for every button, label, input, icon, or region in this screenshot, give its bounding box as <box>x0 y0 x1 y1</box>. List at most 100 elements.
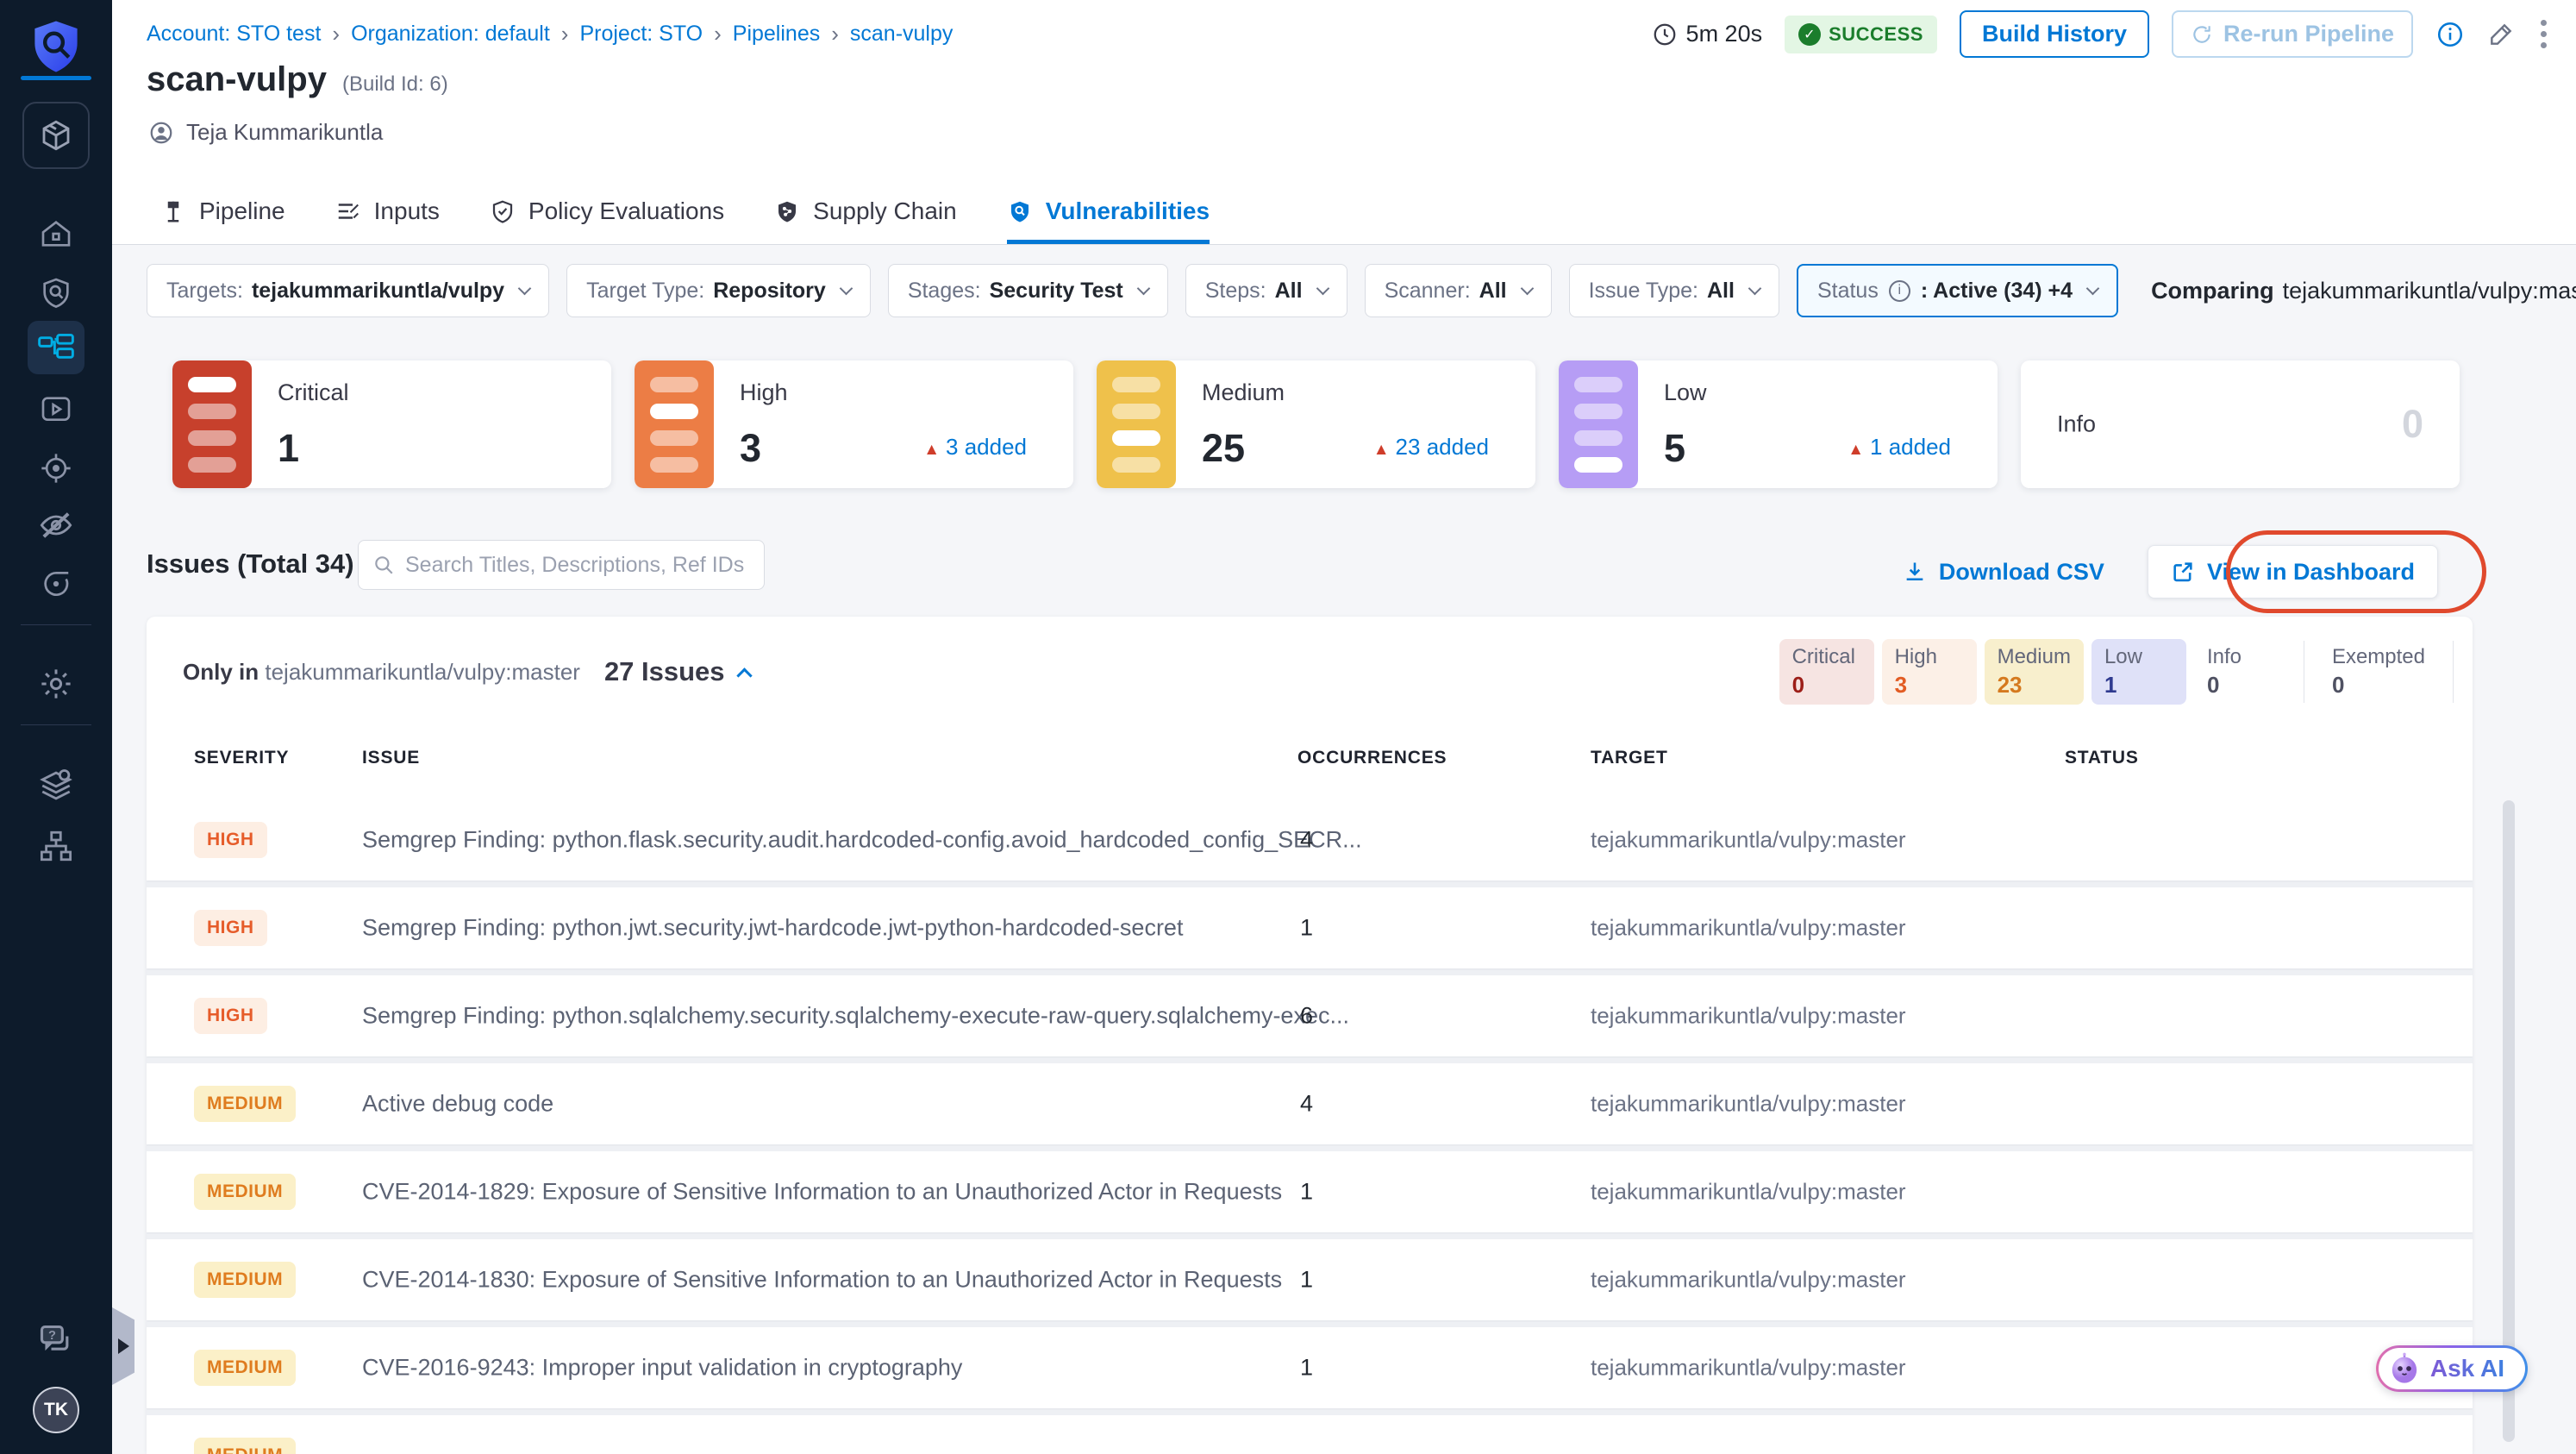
pipeline-name: scan-vulpy <box>147 60 327 98</box>
expand-arrow-icon <box>117 1338 129 1354</box>
table-column-headers: SEVERITY ISSUE OCCURRENCES TARGET STATUS <box>147 748 2473 782</box>
chip-label: Low <box>2104 645 2142 668</box>
group-collapse-toggle[interactable]: 27 Issues <box>604 656 753 687</box>
filter-stages[interactable]: Stages: Security Test <box>887 264 1168 317</box>
tab-vulnerabilities[interactable]: Vulnerabilities <box>1006 182 1210 244</box>
issue-table-row[interactable]: MEDIUM CVE-2014-1829: Exposure of Sensiti… <box>147 1151 2473 1232</box>
chip-high[interactable]: High 3 <box>1881 639 1977 705</box>
module-selector-cube-icon[interactable] <box>22 102 90 169</box>
breadcrumb-link[interactable]: Pipelines <box>733 22 820 47</box>
issue-table-row[interactable]: HIGH Semgrep Finding: python.jwt.security… <box>147 887 2473 968</box>
card-label: Critical <box>278 379 349 405</box>
nav-pipelines-icon[interactable] <box>28 321 84 374</box>
issue-title: CVE-2016-9243: Improper input validation… <box>362 1354 963 1381</box>
nav-targets-crosshair-icon[interactable] <box>28 442 84 495</box>
build-history-button[interactable]: Build History <box>1959 10 2149 58</box>
severity-card-medium[interactable]: Medium 25 ▲ 23 added <box>1097 360 1535 488</box>
breadcrumb-link[interactable]: Project: STO <box>579 22 703 47</box>
severity-band <box>1097 360 1176 488</box>
download-csv-button[interactable]: Download CSV <box>1903 559 2104 586</box>
tab-policy-evaluations[interactable]: Policy Evaluations <box>490 182 724 244</box>
issue-table-row[interactable]: MEDIUM <box>147 1415 2473 1454</box>
check-circle-icon: ✓ <box>1798 22 1822 46</box>
issue-table-row[interactable]: HIGH Semgrep Finding: python.flask.securi… <box>147 799 2473 881</box>
filter-label: Targets: <box>166 278 243 303</box>
issues-search-box <box>358 540 765 590</box>
card-label: Low <box>1664 379 1707 405</box>
search-input[interactable] <box>405 552 750 578</box>
card-label: Medium <box>1202 379 1285 405</box>
tab-supply-chain[interactable]: Supply Chain <box>774 182 957 244</box>
filter-issue-type[interactable]: Issue Type: All <box>1568 264 1779 317</box>
issue-table-row[interactable]: MEDIUM Active debug code 4 tejakummarikuntl… <box>147 1063 2473 1144</box>
rerun-pipeline-button[interactable]: Re-run Pipeline <box>2171 10 2413 58</box>
occurrences-count: 4 <box>1300 826 1314 853</box>
severity-filter-chips: Critical 0 High 3 Medium 23 Low 1 Info 0 Exempted 0 <box>1779 639 2460 705</box>
severity-badge: HIGH <box>194 910 267 946</box>
filter-value: All <box>1274 278 1303 303</box>
nav-exemptions-eye-off-icon[interactable] <box>28 498 84 552</box>
severity-card-low[interactable]: Low 5 ▲ 1 added <box>1559 360 1998 488</box>
chevron-down-icon <box>517 281 532 295</box>
nav-overview-shield-search-icon[interactable] <box>28 266 84 319</box>
filter-label: Scanner: <box>1384 278 1471 303</box>
filter-steps[interactable]: Steps: All <box>1185 264 1347 317</box>
band-bar <box>1574 376 1623 392</box>
nav-getting-started-icon[interactable] <box>28 557 84 611</box>
breadcrumb-link[interactable]: Organization: default <box>351 22 550 47</box>
tab-label: Inputs <box>373 197 440 224</box>
issue-table-row[interactable]: MEDIUM CVE-2016-9243: Improper input vali… <box>147 1327 2473 1408</box>
comparing-label: Comparing tejakummarikuntla/vulpy:master… <box>2151 277 2576 304</box>
help-chat-icon[interactable]: ? <box>30 1318 82 1364</box>
filter-target-type[interactable]: Target Type: Repository <box>566 264 871 317</box>
sto-logo-icon[interactable] <box>28 19 84 74</box>
info-icon[interactable] <box>2435 20 2465 49</box>
severity-badge: MEDIUM <box>194 1438 297 1454</box>
chip-critical[interactable]: Critical 0 <box>1779 639 1874 705</box>
severity-band <box>635 360 714 488</box>
issue-table-row[interactable]: MEDIUM CVE-2014-1830: Exposure of Sensiti… <box>147 1239 2473 1320</box>
tab-pipeline[interactable]: Pipeline <box>160 182 285 244</box>
severity-card-critical[interactable]: Critical 1 <box>172 360 611 488</box>
breadcrumb-link[interactable]: scan-vulpy <box>850 22 953 47</box>
pipeline-icon <box>160 198 186 224</box>
filter-targets[interactable]: Targets: tejakummarikuntla/vulpy <box>147 264 550 317</box>
issue-title: Semgrep Finding: python.sqlalchemy.secur… <box>362 1002 1349 1029</box>
chip-label: High <box>1894 645 1937 668</box>
nav-organizations-icon[interactable] <box>28 819 84 873</box>
more-options-kebab-icon[interactable] <box>2537 16 2550 52</box>
issue-table-row[interactable]: HIGH Semgrep Finding: python.sqlalchemy.s… <box>147 975 2473 1056</box>
chip-divider <box>2453 641 2454 703</box>
nav-settings-gear-icon[interactable] <box>28 657 84 711</box>
sidebar-expand-handle[interactable] <box>112 1307 134 1385</box>
tab-inputs[interactable]: Inputs <box>335 182 440 244</box>
chip-low[interactable]: Low 1 <box>2091 639 2186 705</box>
card-count: 25 <box>1202 426 1246 470</box>
chip-exempted[interactable]: Exempted 0 <box>2319 639 2438 705</box>
ask-ai-button[interactable]: Ask AI <box>2375 1345 2528 1392</box>
nav-executions-icon[interactable] <box>28 383 84 436</box>
chip-value: 0 <box>2206 672 2220 698</box>
filter-label: Issue Type: <box>1588 278 1698 303</box>
col-header-target: TARGET <box>1591 748 1668 768</box>
nav-home-icon[interactable] <box>28 207 84 260</box>
filter-status[interactable]: Status i: Active (34) +4 <box>1796 264 2119 317</box>
issue-title: Semgrep Finding: python.jwt.security.jwt… <box>362 914 1184 941</box>
chip-info[interactable]: Info 0 <box>2194 639 2289 705</box>
issue-title: Semgrep Finding: python.flask.security.a… <box>362 826 1362 853</box>
user-avatar[interactable]: TK <box>33 1387 79 1433</box>
view-in-dashboard-button[interactable]: View in Dashboard <box>2147 545 2438 599</box>
edit-pencil-icon[interactable] <box>2487 21 2515 48</box>
only-in-label: Only in tejakummarikuntla/vulpy:master <box>183 658 580 685</box>
nav-default-settings-layers-icon[interactable] <box>28 759 84 812</box>
header-controls: 5m 20s ✓ SUCCESS Build History Re-run Pi… <box>1652 10 2550 58</box>
breadcrumb-link[interactable]: Account: STO test <box>147 22 321 47</box>
severity-card-info[interactable]: Info 0 <box>2021 360 2460 488</box>
filter-scanner[interactable]: Scanner: All <box>1364 264 1552 317</box>
ai-mascot-icon <box>2387 1351 2422 1386</box>
severity-card-high[interactable]: High 3 ▲ 3 added <box>635 360 1073 488</box>
chip-medium[interactable]: Medium 23 <box>1984 639 2084 705</box>
issue-title: Active debug code <box>362 1090 554 1117</box>
occurrences-count: 1 <box>1300 914 1314 941</box>
filter-value: Security Test <box>989 278 1123 303</box>
